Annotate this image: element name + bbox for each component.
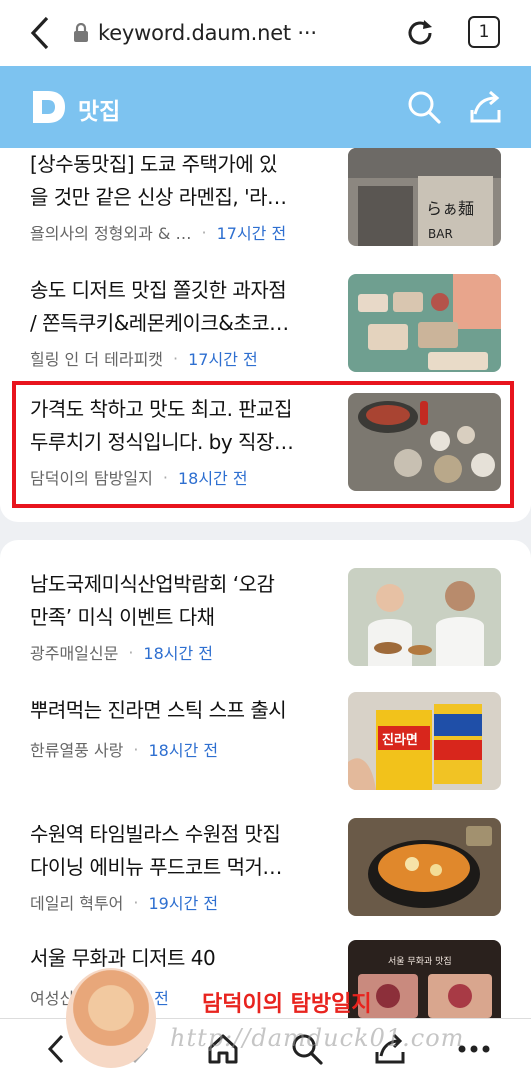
item-time: 18시간 전 — [148, 741, 219, 760]
list-item[interactable]: 송도 디저트 맛집 쫄깃한 과자점 / 쫀득쿠키&레몬케이크&초코… 힐링 인 … — [0, 274, 531, 374]
item-title-line: 수원역 타임빌라스 수원점 맛집 — [30, 822, 281, 846]
list-item[interactable]: 뿌려먹는 진라면 스틱 스프 출시 한류열풍 사랑 · 18시간 전 진라면 — [0, 692, 531, 792]
bar-sign-text: BAR — [428, 227, 453, 241]
app-header: 맛집 — [0, 66, 531, 148]
item-title-line: 뿌려먹는 진라면 스틱 스프 출시 — [30, 698, 287, 722]
list-item[interactable]: [상수동맛집] 도쿄 주택가에 있 을 것만 같은 신상 라멘집, '라… 욜의… — [0, 148, 531, 248]
item-source: 데일리 혁투어 — [30, 894, 124, 913]
item-title-line: 을 것만 같은 신상 라멘집, '라… — [30, 185, 287, 209]
item-title-line: / 쫀득쿠키&레몬케이크&초코… — [30, 311, 289, 335]
reload-icon — [408, 20, 432, 45]
item-source: 힐링 인 더 테라피캣 — [30, 350, 164, 369]
chevron-left-icon — [47, 1034, 64, 1064]
browser-bar: keyword.daum.net ··· 1 — [0, 0, 531, 66]
reload-button[interactable] — [402, 14, 438, 52]
url-text: keyword.daum.net ··· — [98, 21, 317, 45]
highlight-box — [12, 381, 514, 508]
tab-count-button[interactable]: 1 — [468, 16, 500, 48]
item-title-line: [상수동맛집] 도쿄 주택가에 있 — [30, 152, 277, 176]
watermark-url: http://damduck01.com — [170, 1024, 465, 1052]
chevron-left-icon — [30, 16, 49, 50]
separator-dot: · — [128, 642, 134, 662]
search-button[interactable] — [405, 88, 443, 126]
item-source: 한류열풍 사랑 — [30, 741, 124, 760]
watermark-avatar — [66, 968, 156, 1068]
jin-ramen-label: 진라면 — [382, 732, 418, 748]
item-meta: 광주매일신문 · 18시간 전 — [30, 640, 213, 664]
thumbnail-ramen-shop[interactable]: らぁ麺 BAR — [348, 148, 501, 246]
address-bar[interactable]: keyword.daum.net ··· — [72, 17, 317, 49]
item-source: 욜의사의 정형외과 & … — [30, 224, 192, 243]
separator-dot: · — [201, 222, 207, 242]
separator-dot: · — [133, 892, 139, 912]
ramen-sign-text: らぁ麺 — [426, 199, 474, 218]
page-title: 맛집 — [78, 99, 121, 125]
item-meta: 힐링 인 더 테라피캣 · 17시간 전 — [30, 346, 258, 370]
item-meta: 데일리 혁투어 · 19시간 전 — [30, 890, 218, 914]
fig-caption-text: 서울 무화과 맛집 — [388, 955, 452, 967]
thumbnail-stew-pot[interactable] — [348, 818, 501, 916]
share-icon — [470, 90, 501, 123]
item-time: 18시간 전 — [143, 644, 214, 663]
browser-back-button[interactable] — [22, 14, 58, 52]
thumbnail-dessert-table[interactable] — [348, 274, 501, 372]
item-title-line: 송도 디저트 맛집 쫄깃한 과자점 — [30, 278, 287, 302]
item-source: 광주매일신문 — [30, 644, 119, 663]
item-time: 19시간 전 — [148, 894, 219, 913]
thumbnail-chefs[interactable] — [348, 568, 501, 666]
item-title-line: 서울 무화과 디저트 40 — [30, 946, 216, 970]
list-item[interactable]: 남도국제미식산업박람회 ‘오감 만족’ 미식 이벤트 다채 광주매일신문 · 18시… — [0, 568, 531, 668]
news-card-2: 남도국제미식산업박람회 ‘오감 만족’ 미식 이벤트 다채 광주매일신문 · 18시… — [0, 540, 531, 1018]
item-meta: 한류열풍 사랑 · 18시간 전 — [30, 737, 218, 761]
watermark-name: 담덕이의 탐방일지 — [202, 991, 372, 1017]
item-time: 17시간 전 — [216, 224, 287, 243]
lock-icon — [74, 23, 88, 42]
list-item[interactable]: 수원역 타임빌라스 수원점 맛집 다이닝 에비뉴 푸드코트 먹거… 데일리 혁투… — [0, 818, 531, 918]
search-icon — [408, 91, 441, 124]
item-title-line: 다이닝 에비뉴 푸드코트 먹거… — [30, 855, 282, 879]
share-button[interactable] — [466, 88, 504, 126]
item-meta: 욜의사의 정형외과 & … · 17시간 전 — [30, 220, 286, 244]
separator-dot: · — [133, 739, 139, 759]
item-title-line: 만족’ 미식 이벤트 다채 — [30, 605, 215, 629]
item-title-line: 남도국제미식산업박람회 ‘오감 — [30, 572, 275, 596]
thumbnail-jin-ramen-stick[interactable]: 진라면 — [348, 692, 501, 790]
daum-logo[interactable] — [30, 88, 68, 126]
separator-dot: · — [173, 348, 179, 368]
item-time: 17시간 전 — [188, 350, 258, 369]
